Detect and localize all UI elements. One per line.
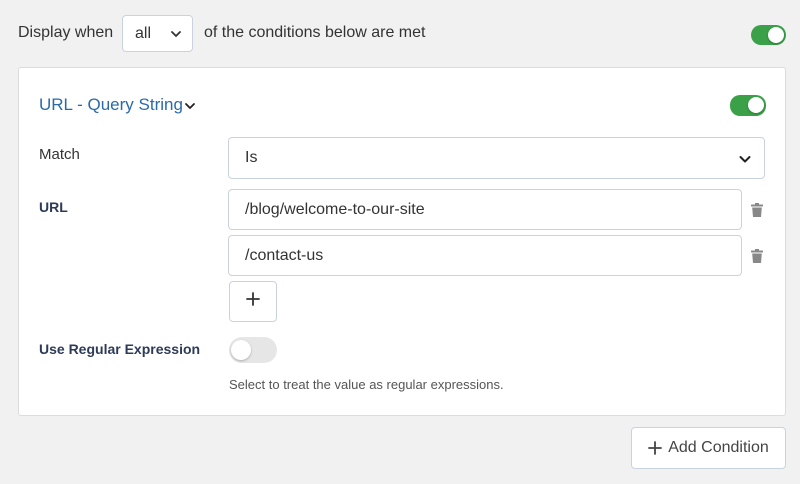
regex-toggle[interactable] bbox=[229, 337, 277, 363]
chevron-down-icon bbox=[170, 27, 182, 45]
condition-enabled-toggle[interactable] bbox=[730, 95, 766, 116]
url-input[interactable]: /blog/welcome-to-our-site bbox=[228, 189, 742, 230]
url-label: URL bbox=[39, 199, 68, 215]
condition-match-select-value: all bbox=[135, 24, 152, 42]
rule-enabled-toggle[interactable] bbox=[751, 25, 786, 45]
plus-icon bbox=[246, 292, 260, 311]
plus-icon bbox=[648, 441, 663, 455]
condition-match-select[interactable]: all bbox=[122, 15, 193, 52]
chevron-down-icon bbox=[738, 152, 752, 171]
match-select[interactable]: Is bbox=[228, 137, 765, 179]
match-select-value: Is bbox=[245, 149, 258, 166]
chevron-down-icon[interactable] bbox=[184, 99, 196, 117]
toggle-knob bbox=[748, 97, 764, 113]
toggle-knob bbox=[768, 27, 784, 43]
add-condition-label: Add Condition bbox=[668, 439, 769, 456]
regex-label: Use Regular Expression bbox=[39, 341, 201, 357]
add-condition-button[interactable]: Add Condition bbox=[631, 427, 786, 469]
toggle-knob bbox=[231, 340, 251, 360]
url-input[interactable]: /contact-us bbox=[228, 235, 742, 276]
display-when-label: Display when bbox=[18, 24, 114, 41]
url-input-value: /blog/welcome-to-our-site bbox=[245, 200, 425, 218]
condition-type-title[interactable]: URL - Query String bbox=[39, 95, 183, 115]
add-url-button[interactable] bbox=[229, 281, 277, 322]
conditions-tail-label: of the conditions below are met bbox=[204, 24, 426, 41]
regex-help-text: Select to treat the value as regular exp… bbox=[229, 377, 504, 392]
match-label: Match bbox=[39, 146, 80, 163]
url-input-value: /contact-us bbox=[245, 246, 324, 264]
trash-icon[interactable] bbox=[751, 203, 763, 217]
trash-icon[interactable] bbox=[751, 249, 763, 263]
